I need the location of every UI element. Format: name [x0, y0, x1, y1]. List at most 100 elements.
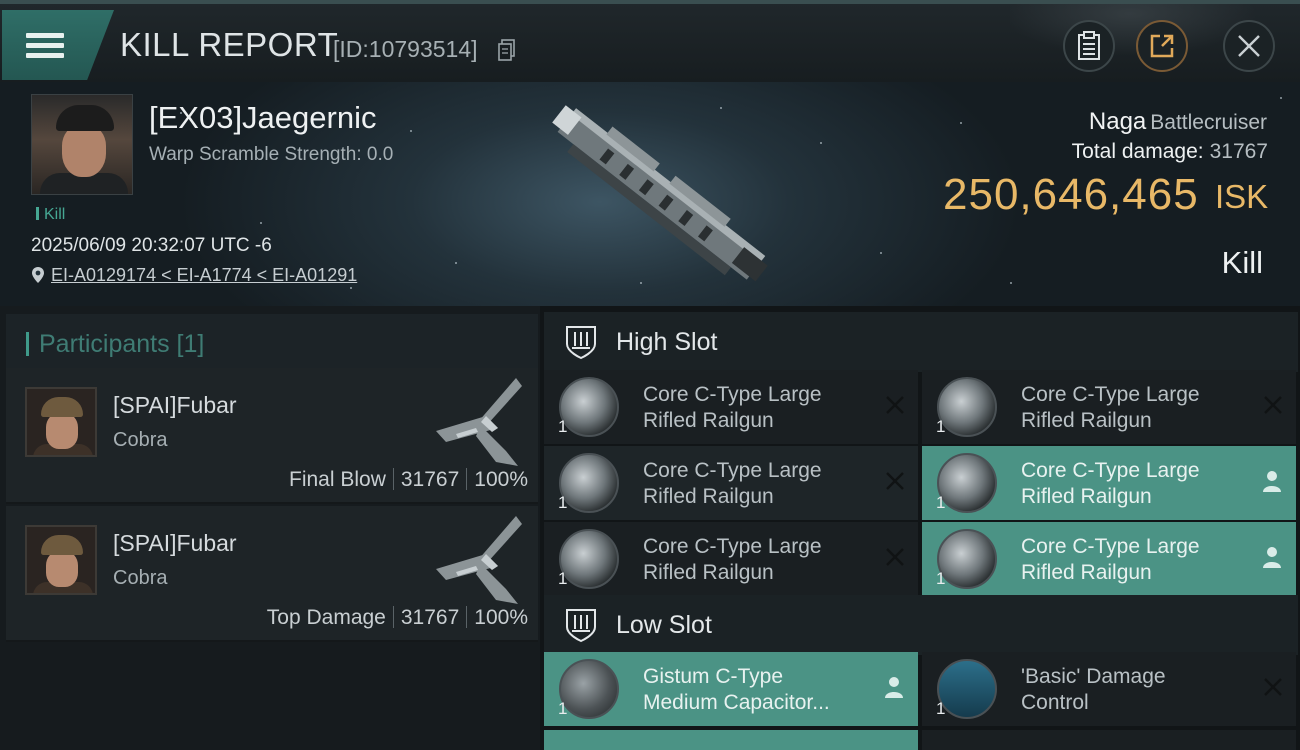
module-name: Core C-Type Large Rifled Railgun — [1021, 382, 1251, 434]
dropped-person-icon — [1263, 547, 1281, 568]
participant-avatar[interactable] — [25, 525, 97, 595]
participants-panel: Participants [1] [SPAI]Fubar Cobra Final… — [0, 306, 540, 750]
location-pin-icon — [32, 267, 44, 283]
participant-row[interactable]: [SPAI]Fubar Cobra Top Damage 31767 100% — [6, 506, 538, 642]
module-name-line2: Rifled Railgun — [643, 561, 774, 584]
module-item[interactable]: 1 Gistum C-Type Medium Capacitor... — [544, 652, 918, 726]
menu-icon — [26, 28, 64, 63]
total-damage: Total damage: 31767 — [1072, 140, 1268, 164]
victim-banner: [EX03]Jaegernic Warp Scramble Strength: … — [0, 82, 1300, 306]
total-damage-value: 31767 — [1209, 140, 1268, 163]
module-quantity: 1 — [936, 699, 946, 718]
module-name-line1: Core C-Type Large — [1021, 459, 1200, 482]
module-name-line2: Rifled Railgun — [643, 409, 774, 432]
module-quantity: 1 — [936, 493, 946, 512]
module-quantity: 1 — [558, 699, 568, 718]
module-name: 'Basic' Damage Control — [1021, 664, 1251, 716]
module-item[interactable]: 1 Core C-Type Large Rifled Railgun — [922, 370, 1296, 444]
low-slot-header: Low Slot — [544, 595, 1298, 655]
ship-name: Naga — [1088, 108, 1147, 135]
high-slot-icon — [566, 326, 596, 360]
module-name-line2: Medium Capacitor... — [643, 691, 830, 714]
railgun-icon — [937, 453, 997, 513]
participants-header: Participants [1] — [6, 314, 538, 374]
railgun-icon — [559, 453, 619, 513]
share-button[interactable] — [1136, 20, 1188, 72]
module-quantity: 1 — [558, 417, 568, 436]
capacitor-icon — [559, 659, 619, 719]
module-name-line2: Control — [1021, 691, 1089, 714]
participant-avatar[interactable] — [25, 387, 97, 457]
module-name-line1: Core C-Type Large — [643, 383, 822, 406]
menu-button[interactable] — [2, 10, 114, 80]
module-name-line2: Rifled Railgun — [643, 485, 774, 508]
participant-damage: 31767 — [400, 606, 460, 629]
report-id: [ID:10793514] — [333, 36, 478, 62]
participant-row[interactable]: [SPAI]Fubar Cobra Final Blow 31767 100% — [6, 368, 538, 504]
participant-stats: Top Damage 31767 100% — [267, 606, 528, 630]
module-item[interactable]: 1 Core C-Type Large Rifled Railgun — [544, 522, 918, 596]
low-slot-icon — [566, 609, 596, 643]
kill-location[interactable]: EI-A0129174 < EI-A1774 < EI-A01291 — [31, 265, 357, 286]
module-name-line1: Core C-Type Large — [643, 535, 822, 558]
page-title: KILL REPORT — [120, 26, 339, 63]
module-name: Core C-Type Large Rifled Railgun — [643, 458, 873, 510]
victim-ship[interactable]: Naga Battlecruiser — [1089, 108, 1267, 136]
participant-name[interactable]: [SPAI]Fubar — [113, 392, 237, 419]
fitting-panel: High Slot 1 Core C-Type Large Rifled Rail… — [540, 306, 1300, 750]
warp-scramble-strength: Warp Scramble Strength: 0.0 — [149, 144, 394, 165]
module-item[interactable]: 1 'Basic' Damage Control — [922, 652, 1296, 726]
participant-name[interactable]: [SPAI]Fubar — [113, 530, 237, 557]
isk-unit: ISK — [1215, 178, 1269, 215]
high-slot-label: High Slot — [616, 327, 718, 356]
victim-avatar[interactable] — [31, 94, 133, 195]
kill-tag: Kill — [36, 206, 65, 224]
module-item-partial[interactable] — [922, 730, 1296, 750]
module-name: Core C-Type Large Rifled Railgun — [643, 534, 873, 586]
participants-title: Participants [1] — [39, 329, 205, 358]
victim-name[interactable]: [EX03]Jaegernic — [149, 100, 376, 136]
location-path[interactable]: EI-A0129174 < EI-A1774 < EI-A01291 — [51, 265, 357, 285]
damage-control-icon — [937, 659, 997, 719]
module-name-line2: Rifled Railgun — [1021, 409, 1152, 432]
destroyed-icon — [1264, 396, 1282, 414]
module-item[interactable]: 1 Core C-Type Large Rifled Railgun — [922, 446, 1296, 520]
module-name-line2: Rifled Railgun — [1021, 561, 1152, 584]
module-item[interactable]: 1 Core C-Type Large Rifled Railgun — [544, 446, 918, 520]
participant-ship: Cobra — [113, 429, 168, 451]
header-bar: KILL REPORT [ID:10793514] — [0, 0, 1300, 86]
participant-damage: 31767 — [400, 468, 460, 491]
module-name-line1: Core C-Type Large — [1021, 535, 1200, 558]
share-icon — [1150, 34, 1174, 58]
dropped-person-icon — [1263, 471, 1281, 492]
header-accent — [26, 332, 29, 356]
clipboard-icon — [1078, 31, 1100, 60]
module-item-partial[interactable] — [544, 730, 918, 750]
module-name: Core C-Type Large Rifled Railgun — [643, 382, 873, 434]
module-quantity: 1 — [936, 417, 946, 436]
module-item[interactable]: 1 Core C-Type Large Rifled Railgun — [922, 522, 1296, 596]
copy-icon[interactable] — [498, 39, 516, 61]
close-icon — [1238, 35, 1260, 57]
low-slot-label: Low Slot — [616, 610, 712, 639]
railgun-icon — [559, 377, 619, 437]
close-button[interactable] — [1223, 20, 1275, 72]
total-damage-label: Total damage: — [1071, 140, 1204, 163]
victim-ship-image — [552, 105, 768, 282]
clipboard-button[interactable] — [1063, 20, 1115, 72]
railgun-icon — [937, 377, 997, 437]
participant-percent: 100% — [474, 606, 528, 629]
module-name: Gistum C-Type Medium Capacitor... — [643, 664, 873, 716]
module-quantity: 1 — [558, 569, 568, 588]
participant-role: Top Damage — [266, 606, 386, 629]
module-name-line1: 'Basic' Damage — [1021, 665, 1166, 688]
destroyed-icon — [1264, 678, 1282, 696]
participant-role: Final Blow — [289, 468, 386, 491]
participant-ship: Cobra — [113, 567, 168, 589]
participant-stats: Final Blow 31767 100% — [289, 468, 528, 492]
destroyed-icon — [886, 472, 904, 490]
module-name: Core C-Type Large Rifled Railgun — [1021, 458, 1251, 510]
module-item[interactable]: 1 Core C-Type Large Rifled Railgun — [544, 370, 918, 444]
railgun-icon — [937, 529, 997, 589]
isk-value: 250,646,465 — [943, 170, 1199, 219]
